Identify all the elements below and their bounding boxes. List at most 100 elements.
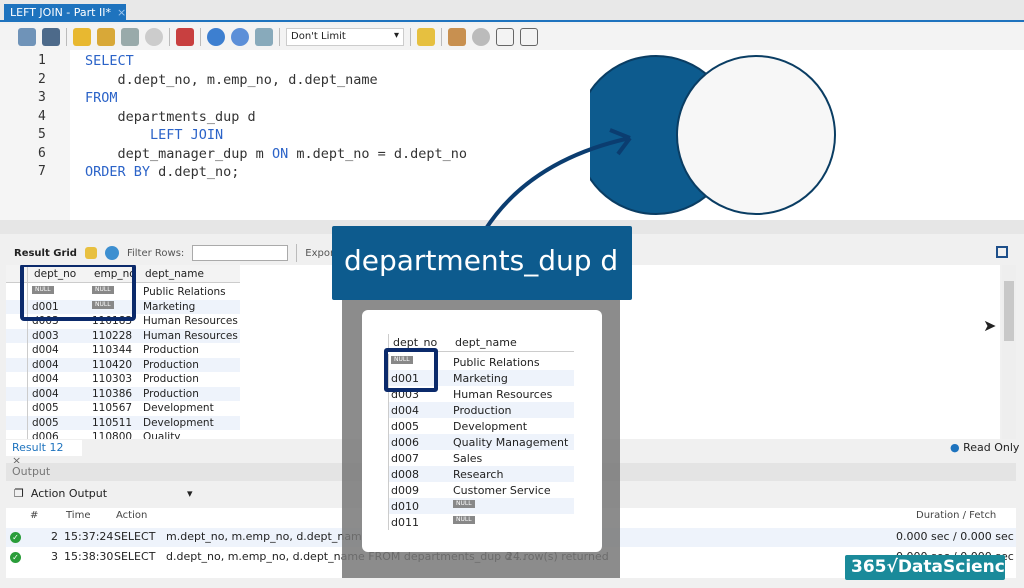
cell: d006 [32,431,59,439]
cell: Production [143,358,199,371]
stop-icon[interactable] [145,28,163,46]
word-wrap-icon[interactable] [520,28,538,46]
callout-column-header: dept_name [455,336,517,349]
execute-lightning-icon[interactable] [73,28,91,46]
cell: 110344 [92,344,133,356]
output-column-header: # [30,510,39,521]
success-icon: ✓ [10,552,21,563]
cell: d004 [32,373,59,385]
close-tab-icon[interactable]: × [117,6,126,19]
callout-row: d004 Production [388,402,574,418]
cell: Research [453,468,504,481]
success-icon: ✓ [10,532,21,543]
code-token: FROM [85,90,118,106]
cell: Production [453,404,512,417]
code-token: d.dept_no, m.emp_no, d.dept_name [85,71,378,88]
beautify-broom-icon[interactable] [448,28,466,46]
copy-icon[interactable]: ❐ [14,487,24,500]
cell: d006 [391,436,419,449]
cell: Development [143,402,214,414]
output-action: SELECT [114,530,156,543]
cell: 110228 [92,329,133,342]
commit-icon[interactable] [207,28,225,46]
cell: d010 [391,500,419,513]
code-token: ORDER BY [85,164,151,180]
right-circle [676,55,836,215]
cell: Human Resources [143,329,238,342]
cell: Quality Management [143,431,181,439]
code-line: d.dept_no, m.emp_no, d.dept_name [85,72,378,88]
cell: d005 [32,402,59,414]
find-icon[interactable] [472,28,490,46]
cell: Public Relations [453,356,540,369]
execute-current-icon[interactable] [97,28,115,46]
cell: d009 [391,484,419,497]
cell: 110567 [92,402,133,414]
open-folder-icon[interactable] [18,28,36,46]
code-token: SELECT [85,53,134,69]
error-toggle-icon[interactable] [176,28,194,46]
cell: Development [453,420,528,433]
cell: d004 [32,358,59,371]
cell: d005 [391,420,419,433]
output-duration: 0.000 sec / 0.000 sec [896,530,1014,543]
grid-view-icon[interactable] [84,247,97,259]
cell: 110303 [92,373,133,385]
vertical-scrollbar[interactable] [1002,265,1016,439]
read-only-status: ● Read Only [950,441,1020,454]
output-num: 2 [51,530,58,543]
callout-row: d007 Sales [388,450,574,466]
mouse-cursor-icon: ➤ [983,316,997,335]
table-row[interactable]: d006 110800 Quality Management [6,430,240,439]
cell: 110420 [92,358,133,371]
cell: Marketing [453,372,508,385]
refresh-icon[interactable] [104,246,119,260]
editor-toolbar: Don't Limit [0,24,1024,50]
cell: Marketing [143,300,196,313]
output-time: 15:37:24 [64,530,114,543]
table-row[interactable]: d004 110344 Production [6,343,240,358]
table-row[interactable]: d004 110386 Production [6,386,240,401]
output-time: 15:38:30 [64,550,114,563]
cell: Public Relations [143,286,226,298]
table-row[interactable]: d004 110420 Production [6,357,240,372]
callout-row: d006 Quality Management [388,434,574,450]
code-line: SELECT [85,53,134,69]
result-grid-label[interactable]: Result Grid [14,248,77,259]
result-tab[interactable]: Result 12 × [6,440,82,467]
line-gutter [0,50,70,220]
output-column-header: Duration / Fetch [916,510,997,521]
autocommit-icon[interactable] [255,28,273,46]
column-header-dept_name[interactable]: dept_name [145,268,204,280]
table-row[interactable]: d005 110567 Development [6,401,240,416]
rollback-icon[interactable] [231,28,249,46]
filter-rows-label: Filter Rows: [126,247,185,259]
cell: NULL [453,500,475,508]
cell: Production [143,387,199,400]
callout-row: d011 NULL [388,514,574,530]
line-number: 1 [38,53,46,68]
cell: d011 [391,516,419,529]
limit-rows-select[interactable]: Don't Limit [286,28,404,46]
callout-row: d010 NULL [388,498,574,514]
table-row[interactable]: d003 110228 Human Resources [6,328,240,343]
explain-magnifier-icon[interactable] [121,28,139,46]
table-row[interactable]: d004 110303 Production [6,372,240,387]
table-row[interactable]: d005 110511 Development [6,415,240,430]
line-number: 2 [38,71,46,87]
panel-toggle-icon[interactable] [996,246,1008,258]
cell: Production [143,344,199,356]
cell: d005 [32,416,59,429]
cell: 110511 [92,416,133,429]
query-tab[interactable]: LEFT JOIN - Part II* × [4,4,126,22]
invisible-chars-icon[interactable] [496,28,514,46]
cell: d004 [32,387,59,400]
cell: Production [143,373,199,385]
cell: NULL [453,516,475,524]
filter-rows-input[interactable] [192,245,289,261]
bookmark-star-icon[interactable] [417,28,435,46]
save-icon[interactable] [42,28,60,46]
code-token: m.dept_no = d.dept_no [288,145,468,162]
cell: 110800 [92,431,133,439]
output-selector[interactable]: ❐ Action Output ▾ [14,487,193,500]
